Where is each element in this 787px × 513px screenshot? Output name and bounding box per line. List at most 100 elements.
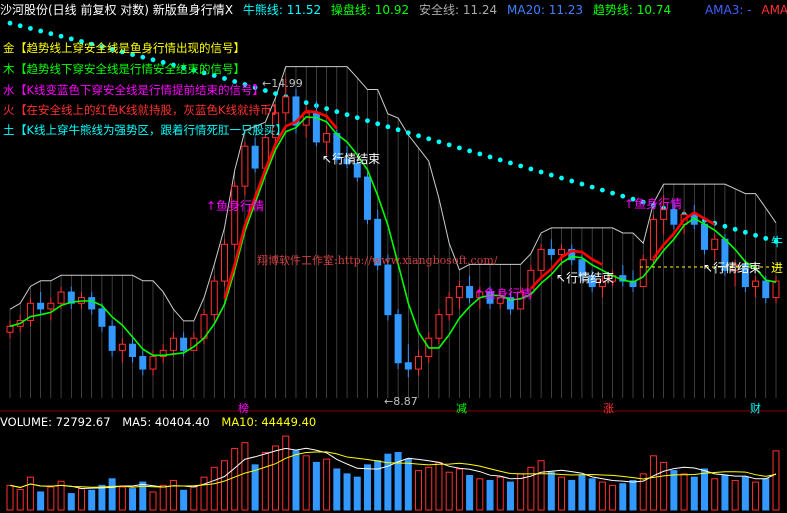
marker-cai[interactable]: 财 <box>750 400 761 416</box>
volume-bar <box>26 476 34 511</box>
niu-dot <box>742 229 748 235</box>
volume-bar <box>169 479 177 511</box>
niu-dot <box>48 31 54 37</box>
niu-label: 牛熊线: 11.52 <box>242 3 322 17</box>
candle-body <box>169 337 177 351</box>
volume-bar <box>711 478 719 511</box>
volume-bar <box>547 471 555 511</box>
volume-bar <box>660 461 668 511</box>
marker-zhang[interactable]: 涨 <box>603 400 614 416</box>
volume-bar <box>425 466 433 511</box>
volume-bar <box>752 481 760 511</box>
niu-dot <box>375 121 381 127</box>
niu-dot <box>497 157 503 163</box>
low-value-label: ←8.87 <box>384 395 418 408</box>
candle-body <box>772 280 780 299</box>
niu-dot <box>344 112 350 118</box>
volume-bar <box>353 476 361 511</box>
candle-body <box>701 223 709 250</box>
volume-bar <box>496 476 504 511</box>
volume-header: VOLUME: 72792.67 MA5: 40404.40 MA10: 444… <box>0 415 324 429</box>
volume-bar <box>476 478 484 511</box>
volume-bar <box>435 461 443 511</box>
niu-dot <box>763 235 769 241</box>
candle-body <box>129 343 137 358</box>
volume-bar <box>741 476 749 511</box>
ma20-label: MA20: 11.23 <box>507 3 584 17</box>
candle-body <box>404 362 412 370</box>
volume-bar <box>537 460 545 511</box>
candle-body <box>415 356 423 370</box>
chart-window[interactable]: 沙河股份(日线 前复权 对数) 新版鱼身行情X 牛熊线: 11.52 操盘线: … <box>0 0 787 513</box>
candle-body <box>323 132 331 143</box>
candle-body <box>118 343 126 351</box>
volume-bar <box>292 450 300 511</box>
volume-bar <box>190 486 198 511</box>
niu-dot <box>569 178 575 184</box>
ama4-label: AMA4: - <box>761 3 787 17</box>
ma10-label: MA10: 44449.40 <box>221 415 317 429</box>
volume-bar <box>312 461 320 511</box>
niu-dot <box>17 23 23 29</box>
legend-water: 水【K线变蓝色下穿安全线是行情提前结束的信号】 <box>3 83 264 97</box>
volume-bar <box>772 450 780 511</box>
legend-wood: 木【趋势线下穿安全线是行情安全结束的信号】 <box>3 62 245 76</box>
close-indicator-icon[interactable]: X <box>225 3 233 17</box>
niu-dot <box>28 26 33 31</box>
cao-label: 操盘线: 10.92 <box>330 3 410 17</box>
niu-dot <box>518 163 524 169</box>
enter-label: 进 <box>771 261 784 275</box>
volume-bar <box>149 491 157 511</box>
volume-bar <box>558 476 566 511</box>
candle-body <box>752 280 760 288</box>
volume-bar <box>415 470 423 511</box>
niu-dot <box>273 91 278 96</box>
volume-bar <box>37 491 45 511</box>
ma5-label: MA5: 40404.40 <box>122 415 210 429</box>
niu-dot <box>38 28 44 34</box>
volume-bar <box>404 458 412 511</box>
volume-bar <box>363 464 371 511</box>
fish-end-label-2: ↖行情结束 <box>556 271 615 285</box>
niu-dot <box>559 175 564 181</box>
volume-bar <box>629 479 637 511</box>
volume-bar <box>302 455 310 511</box>
candle-body <box>108 325 116 351</box>
volume-bar <box>609 484 617 511</box>
legend-key: 水 <box>3 83 15 97</box>
niu-dot <box>528 166 534 172</box>
niu-dot <box>548 172 554 178</box>
volume-bar <box>445 471 453 511</box>
niu-dot <box>467 148 472 154</box>
marker-jian[interactable]: 减 <box>456 400 467 416</box>
candle-body <box>537 248 545 271</box>
candle-body <box>445 297 453 316</box>
ama3-label: AMA3: - <box>704 3 752 17</box>
volume-bar <box>588 478 596 511</box>
volume-bar <box>619 483 627 511</box>
legend-key: 火 <box>3 103 15 117</box>
candle-body <box>435 314 443 339</box>
legend-gold: 金【趋势线上穿安全线是鱼身行情出现的信号】 <box>3 41 245 55</box>
niu-dot <box>354 115 360 121</box>
volume-bar <box>598 481 606 511</box>
candle-body <box>363 176 371 220</box>
volume-bar <box>118 486 126 511</box>
legend-key: 金 <box>3 41 15 55</box>
candle-body <box>282 96 290 114</box>
volume-bar <box>333 468 341 511</box>
niu-dot <box>610 190 615 196</box>
niu-dot <box>436 139 442 145</box>
volume-bar <box>6 484 14 511</box>
candle-body <box>231 185 239 245</box>
candle-body <box>384 264 392 316</box>
marker-bang[interactable]: 榜 <box>238 400 249 416</box>
niu-dot <box>477 151 483 157</box>
legend-text: 【K线变蓝色下穿安全线是行情提前结束的信号】 <box>15 83 265 97</box>
candle-body <box>251 145 259 169</box>
stock-title: 沙河股份(日线 前复权 对数) 新版鱼身行情 <box>0 3 225 17</box>
volume-bar <box>67 493 75 511</box>
niu-dot <box>416 133 421 139</box>
volume-bar <box>670 470 678 511</box>
volume-bar <box>231 447 239 511</box>
